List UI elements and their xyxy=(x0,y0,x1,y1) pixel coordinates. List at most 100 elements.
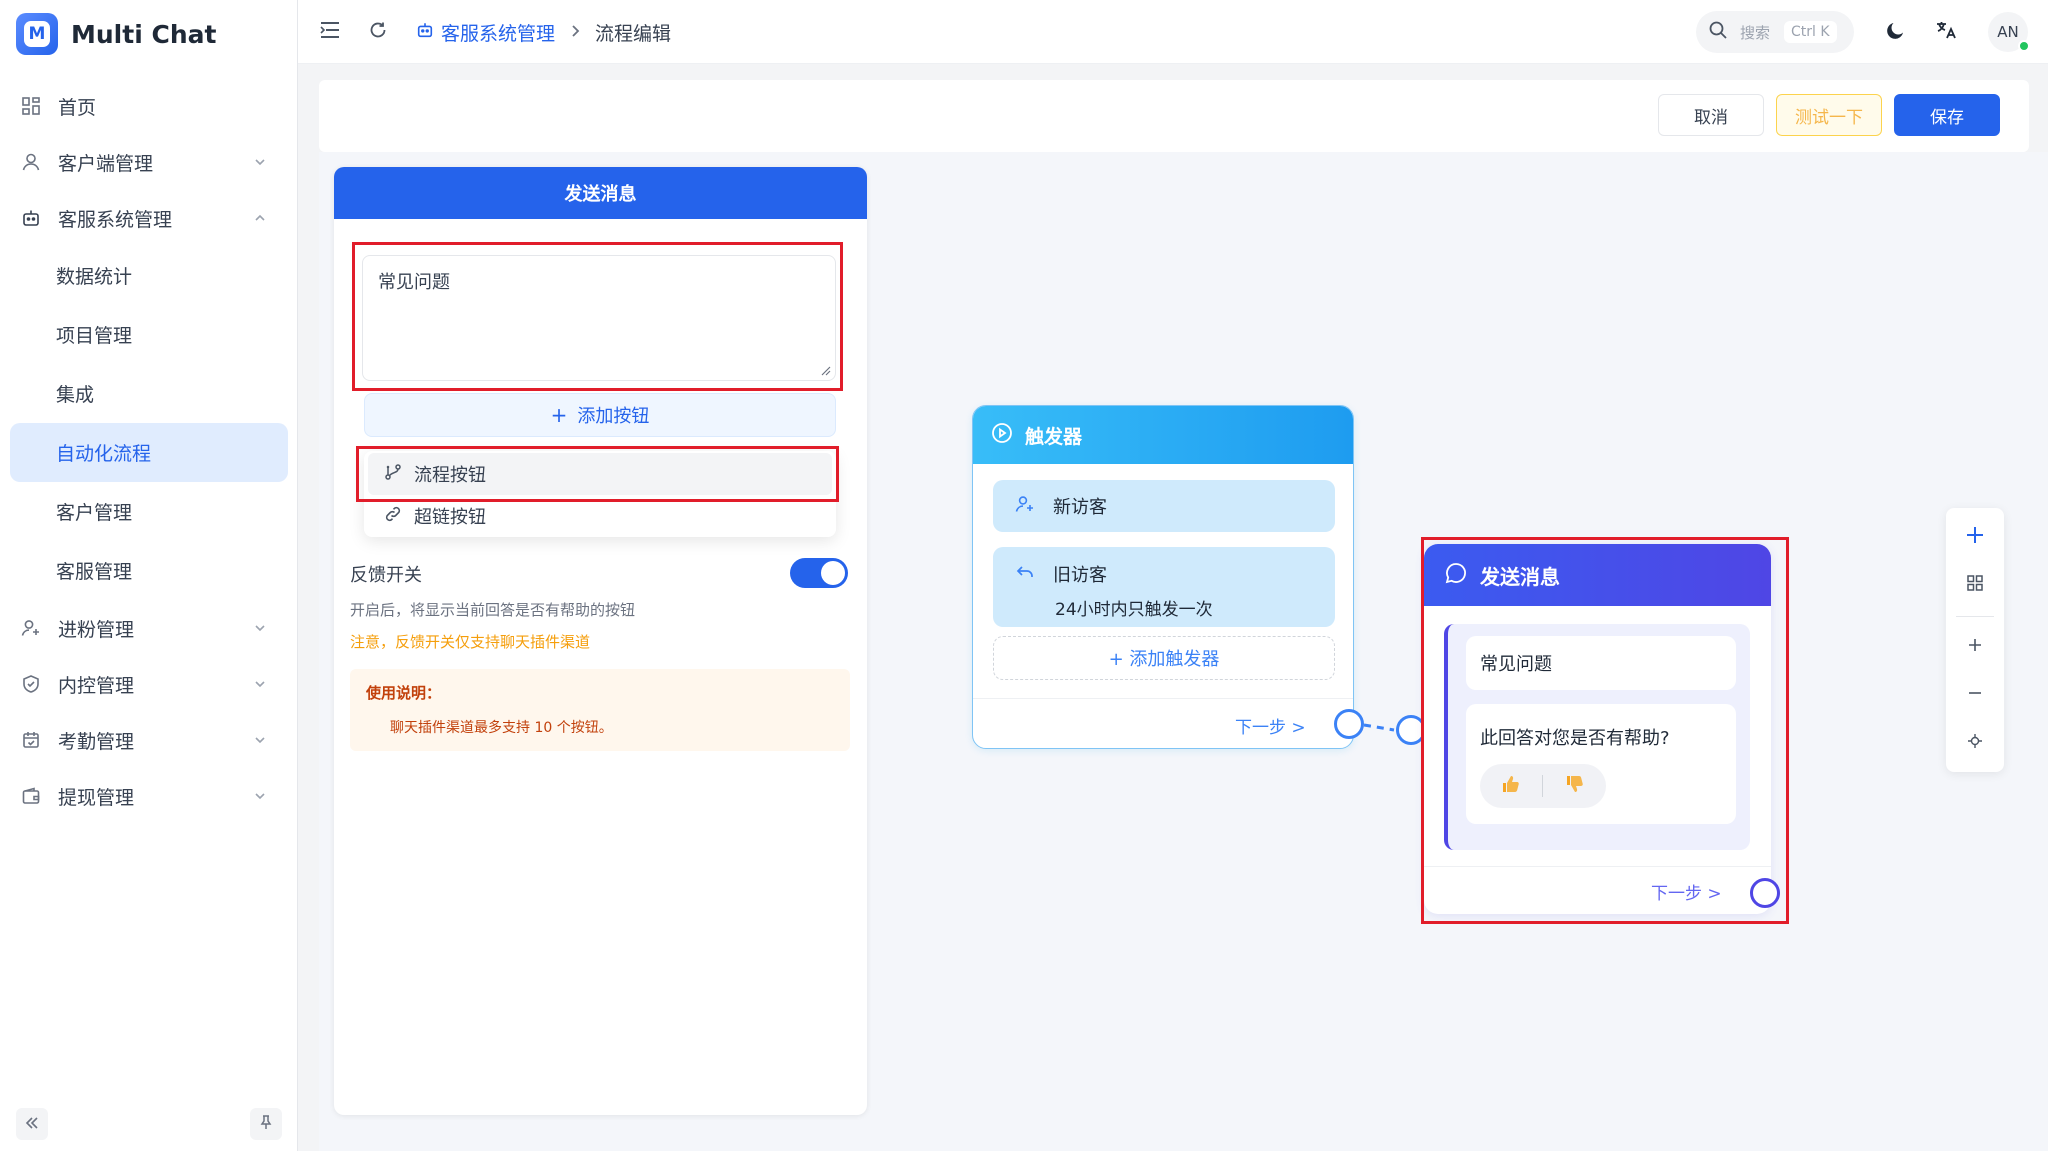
save-button[interactable]: 保存 xyxy=(1894,94,2000,136)
search-shortcut: Ctrl K xyxy=(1784,21,1837,43)
chevron-down-icon xyxy=(250,674,270,694)
sidebar-item-project[interactable]: 项目管理 xyxy=(10,305,288,364)
feedback-warning: 注意，反馈开关仅支持聊天插件渠道 xyxy=(350,633,591,651)
brand[interactable]: M Multi Chat xyxy=(16,12,216,56)
test-button[interactable]: 测试一下 xyxy=(1776,94,1882,136)
trigger-item-new-visitor[interactable]: 新访客 xyxy=(993,480,1335,532)
flow-toolbar: 取消 测试一下 保存 xyxy=(319,80,2029,152)
plus-icon: + xyxy=(550,403,568,427)
notice-title: 使用说明： xyxy=(366,684,442,702)
fit-view-button[interactable] xyxy=(1960,728,1990,758)
sidebar-item-label: 进粉管理 xyxy=(58,618,135,641)
sidebar-nav: 首页 客户端管理 客服系统管理 数据统计 项目管理 集成 自动化流程 客户管理 … xyxy=(10,78,288,824)
grid-icon xyxy=(1966,574,1984,596)
sidebar-item-data-stats[interactable]: 数据统计 xyxy=(10,246,288,305)
sidebar-item-label: 考勤管理 xyxy=(58,730,135,753)
sidebar-item-withdraw[interactable]: 提现管理 xyxy=(10,768,288,824)
trigger-next-step-link[interactable]: 下一步 > xyxy=(1235,713,1306,738)
trigger-output-port[interactable] xyxy=(1334,709,1364,739)
trigger-node-header: 触发器 xyxy=(973,406,1353,464)
canvas-zoom-toolbar xyxy=(1946,508,2004,772)
play-circle-icon xyxy=(991,422,1025,449)
collapse-sidebar-button[interactable] xyxy=(16,1108,48,1140)
sidebar-item-label: 客服系统管理 xyxy=(58,208,173,231)
return-arrow-icon xyxy=(1015,562,1053,587)
avatar-initials: AN xyxy=(1997,23,2019,41)
sidebar-item-label: 首页 xyxy=(58,96,97,119)
trigger-node[interactable]: 触发器 新访客 旧访客 24小时内只触发一次 + 添加触发器 下一步 > xyxy=(972,405,1354,749)
user-avatar[interactable]: AN xyxy=(1988,12,2030,52)
zoom-out-button[interactable] xyxy=(1960,680,1990,710)
language-button[interactable] xyxy=(1932,18,1960,46)
config-panel-title: 发送消息 xyxy=(334,167,867,219)
translate-icon xyxy=(1935,19,1957,45)
sidebar-item-attendance[interactable]: 考勤管理 xyxy=(10,712,288,768)
sidebar-item-client[interactable]: 客户端管理 xyxy=(10,134,288,190)
sidebar-item-cs-system[interactable]: 客服系统管理 xyxy=(10,190,288,246)
pin-sidebar-button[interactable] xyxy=(250,1108,282,1140)
usage-notice: 使用说明： 聊天插件渠道最多支持 10 个按钮。 xyxy=(350,669,850,751)
toggle-knob xyxy=(821,561,845,585)
sidebar-item-automation[interactable]: 自动化流程 xyxy=(10,423,288,482)
layout-button[interactable] xyxy=(1960,570,1990,600)
cancel-button[interactable]: 取消 xyxy=(1658,94,1764,136)
trigger-node-title: 触发器 xyxy=(1025,425,1083,448)
feedback-switch-label: 反馈开关 xyxy=(350,565,422,586)
crosshair-icon xyxy=(1967,733,1983,753)
trigger-item-returning-visitor[interactable]: 旧访客 24小时内只触发一次 xyxy=(993,547,1335,627)
highlight-box-send-node xyxy=(1421,537,1789,924)
add-node-button[interactable] xyxy=(1960,522,1990,552)
search-icon xyxy=(1708,20,1728,44)
add-button-label: 添加按钮 xyxy=(577,406,650,427)
feedback-toggle[interactable] xyxy=(790,558,848,588)
breadcrumb-parent-label: 客服系统管理 xyxy=(441,23,556,45)
link-icon xyxy=(384,505,414,528)
breadcrumb-parent[interactable]: 客服系统管理 xyxy=(416,19,555,46)
app-name: Multi Chat xyxy=(71,19,217,49)
feedback-description: 开启后，将显示当前回答是否有帮助的按钮 xyxy=(350,601,636,619)
grid-icon xyxy=(20,95,42,117)
breadcrumb-current: 流程编辑 xyxy=(595,23,672,45)
breadcrumb: 客服系统管理 流程编辑 xyxy=(416,19,671,46)
sidebar-item-label: 提现管理 xyxy=(58,786,135,809)
hamburger-icon xyxy=(320,21,340,43)
chevron-right-icon xyxy=(569,22,581,43)
zoom-out-icon xyxy=(1967,685,1983,705)
search-box[interactable]: 搜索 Ctrl K xyxy=(1696,11,1854,53)
online-status-dot xyxy=(2018,40,2030,52)
sidebar-item-agent[interactable]: 客服管理 xyxy=(10,541,288,600)
sidebar-item-customer[interactable]: 客户管理 xyxy=(10,482,288,541)
highlight-box-message xyxy=(352,242,843,391)
user-plus-icon xyxy=(20,617,42,639)
menu-toggle-button[interactable] xyxy=(316,18,344,46)
user-plus-icon xyxy=(1015,494,1053,519)
sidebar-item-fans[interactable]: 进粉管理 xyxy=(10,600,288,656)
zoom-in-button[interactable] xyxy=(1960,632,1990,662)
plus-icon xyxy=(1965,525,1985,549)
trigger-item-label: 新访客 xyxy=(1053,497,1107,518)
sidebar-item-integration[interactable]: 集成 xyxy=(10,364,288,423)
app-logo: M xyxy=(16,13,58,55)
trigger-item-subtext: 24小时内只触发一次 xyxy=(1055,600,1213,620)
add-trigger-button[interactable]: + 添加触发器 xyxy=(993,636,1335,680)
add-button-button[interactable]: + 添加按钮 xyxy=(364,393,836,437)
notice-text: 聊天插件渠道最多支持 10 个按钮。 xyxy=(390,720,613,736)
chevron-down-icon xyxy=(250,786,270,806)
highlight-box-flow-button xyxy=(356,446,839,502)
menu-item-label: 超链按钮 xyxy=(414,507,486,528)
theme-toggle-button[interactable] xyxy=(1882,18,1910,46)
pin-icon xyxy=(258,1114,274,1134)
trigger-item-label: 旧访客 xyxy=(1053,565,1107,586)
sidebar-item-label: 客户端管理 xyxy=(58,152,154,175)
refresh-button[interactable] xyxy=(364,18,392,46)
sidebar-item-home[interactable]: 首页 xyxy=(10,78,288,134)
toolbar-divider xyxy=(1956,616,1994,617)
chevron-down-icon xyxy=(250,618,270,638)
chevron-down-icon xyxy=(250,730,270,750)
sidebar: M Multi Chat 首页 客户端管理 客服系统管理 数据统计 项目管理 集… xyxy=(0,0,298,1151)
sidebar-item-control[interactable]: 内控管理 xyxy=(10,656,288,712)
zoom-in-icon xyxy=(1967,637,1983,657)
robot-icon xyxy=(20,207,42,229)
calendar-check-icon xyxy=(20,729,42,751)
user-icon xyxy=(20,151,42,173)
